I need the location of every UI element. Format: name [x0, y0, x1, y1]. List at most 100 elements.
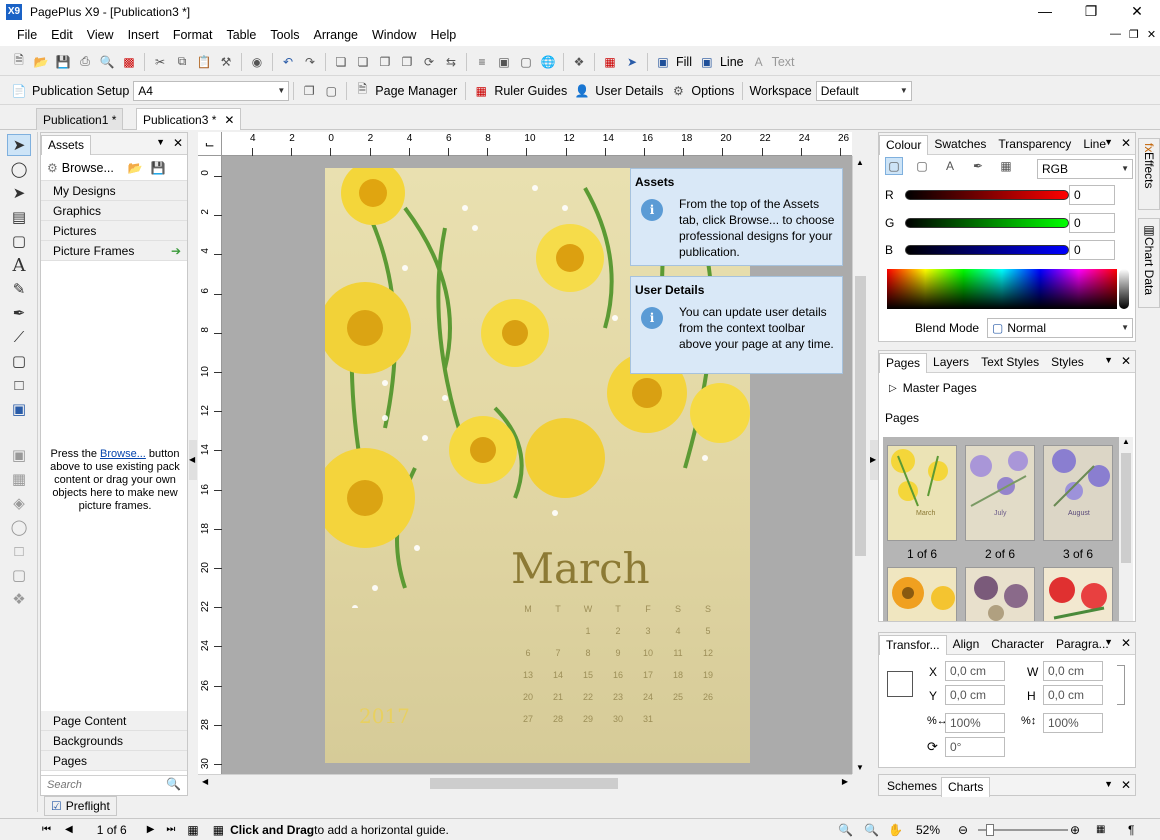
menu-format[interactable]: Format — [166, 28, 220, 42]
tab-align[interactable]: Align — [947, 635, 986, 653]
ruler-guides-button[interactable]: Ruler Guides — [494, 84, 567, 98]
prev-page-icon[interactable]: ◀ — [65, 824, 73, 835]
panel-menu-icon[interactable]: ▼ — [1104, 355, 1113, 365]
redo-icon[interactable]: ↷ — [301, 53, 319, 71]
rotation-input[interactable]: 0° — [945, 737, 1005, 757]
save-asset-icon[interactable]: 💾 — [151, 161, 166, 175]
zoom-level[interactable]: 52% — [916, 823, 940, 837]
anchor-point-icon[interactable] — [887, 671, 913, 697]
first-page-icon[interactable]: ⏮ — [42, 824, 51, 835]
horizontal-scrollbar[interactable]: ◀ ▶ — [198, 774, 852, 792]
asset-search-input[interactable] — [41, 776, 161, 794]
aspect-lock-icon[interactable] — [1117, 665, 1125, 705]
menu-edit[interactable]: Edit — [44, 28, 80, 42]
r-slider[interactable] — [905, 190, 1069, 200]
horizontal-scroll-thumb[interactable] — [430, 778, 618, 789]
blend-mode-select[interactable]: ▢ Normal ▼ — [987, 318, 1133, 338]
tab-styles[interactable]: Styles — [1045, 353, 1090, 371]
page-view-icon[interactable]: ▦ — [187, 823, 198, 837]
mdi-close-button[interactable]: ✕ — [1147, 28, 1156, 41]
panel-menu-icon[interactable]: ▼ — [1104, 137, 1113, 147]
page-orientation-icon[interactable]: ❐ — [300, 82, 318, 100]
close-colour-icon[interactable]: ✕ — [1121, 136, 1131, 150]
flip-icon[interactable]: ⇆ — [442, 53, 460, 71]
page-thumb-1[interactable]: March — [887, 445, 957, 541]
mesh-tool-icon[interactable]: ▦ — [7, 468, 31, 490]
colour-model-select[interactable]: RGB ▼ — [1037, 159, 1133, 179]
panel-menu-icon[interactable]: ▼ — [156, 137, 165, 147]
line-icon[interactable]: ▣ — [698, 53, 716, 71]
collapse-left-icon[interactable]: ◀ — [189, 440, 197, 480]
mdi-minimize-button[interactable]: — — [1110, 28, 1121, 41]
print-preview-icon[interactable]: 🔍 — [98, 53, 116, 71]
tab-transparency[interactable]: Transparency — [992, 135, 1077, 153]
minimize-button[interactable]: — — [1022, 0, 1068, 24]
cut-icon[interactable]: ✂ — [151, 53, 169, 71]
r-value[interactable]: 0 — [1069, 185, 1115, 205]
straight-line-tool-icon[interactable]: ⟋ — [7, 326, 31, 348]
page-layout-icon[interactable]: ▢ — [322, 82, 340, 100]
workspace-select[interactable]: Default ▼ — [815, 80, 912, 101]
menu-file[interactable]: File — [10, 28, 44, 42]
panel-menu-icon[interactable]: ▼ — [1104, 779, 1113, 789]
close-transform-icon[interactable]: ✕ — [1121, 636, 1131, 650]
close-tab-icon[interactable]: ✕ — [224, 113, 234, 127]
text-icon[interactable]: A — [750, 53, 768, 71]
vertical-scroll-thumb[interactable] — [855, 276, 866, 556]
tab-swatches[interactable]: Swatches — [928, 135, 992, 153]
menu-arrange[interactable]: Arrange — [307, 28, 365, 42]
menu-insert[interactable]: Insert — [121, 28, 166, 42]
quickshape-tool-icon[interactable]: ▢ — [7, 350, 31, 372]
add-folder-icon[interactable]: 📂 — [128, 161, 143, 175]
fit-page-icon[interactable]: ▦ — [1096, 824, 1105, 835]
b-slider[interactable] — [905, 245, 1069, 255]
group-icon[interactable]: ❏ — [332, 53, 350, 71]
node-tool-icon[interactable]: ➤ — [7, 182, 31, 204]
expand-master-icon[interactable]: ▷ — [889, 383, 897, 394]
replicate-icon[interactable]: ◉ — [248, 53, 266, 71]
new-icon[interactable]: 🗎 — [10, 53, 28, 71]
fill-tool-icon[interactable]: ◈ — [7, 492, 31, 514]
fill-swatch-icon[interactable]: ▢ — [885, 157, 903, 175]
preflight-tab[interactable]: ☑ Preflight — [44, 796, 117, 816]
scale-width-input[interactable]: 100% — [945, 713, 1005, 733]
tab-pages[interactable]: Pages — [879, 352, 928, 373]
category-picture-frames[interactable]: Picture Frames ➔ — [41, 241, 187, 261]
line-button[interactable]: Line — [720, 55, 744, 69]
browse-link[interactable]: Browse... — [100, 448, 146, 460]
assets-tab[interactable]: Assets — [41, 134, 92, 155]
category-pictures[interactable]: Pictures — [41, 221, 187, 241]
tab-charts[interactable]: Charts — [941, 777, 991, 797]
section-backgrounds[interactable]: Backgrounds — [41, 731, 187, 751]
tab-layers[interactable]: Layers — [927, 353, 975, 371]
frame-icon[interactable]: ▢ — [517, 53, 535, 71]
category-graphics[interactable]: Graphics — [41, 201, 187, 221]
pdf-icon[interactable]: ▩ — [120, 53, 138, 71]
page-thumb-3[interactable]: August — [1043, 445, 1113, 541]
pilcrow-icon[interactable]: ¶ — [1128, 823, 1134, 837]
mdi-restore-button[interactable]: ❐ — [1129, 28, 1139, 41]
lasso-tool-icon[interactable]: ◯ — [7, 158, 31, 180]
search-icon[interactable]: 🔍 — [166, 777, 181, 791]
g-slider[interactable] — [905, 218, 1069, 228]
menu-window[interactable]: Window — [365, 28, 423, 42]
fill-icon[interactable]: ▣ — [654, 53, 672, 71]
menu-help[interactable]: Help — [423, 28, 463, 42]
section-pages[interactable]: Pages — [41, 751, 187, 771]
crop-tool-icon[interactable]: ▣ — [7, 444, 31, 466]
copy-icon[interactable]: ⧉ — [173, 53, 191, 71]
menu-tools[interactable]: Tools — [263, 28, 306, 42]
close-window-button[interactable]: ✕ — [1114, 0, 1160, 24]
zoom-slider[interactable] — [978, 824, 1068, 836]
web-icon[interactable]: 🌐 — [539, 53, 557, 71]
user-details-button[interactable]: User Details — [595, 84, 663, 98]
scale-height-input[interactable]: 100% — [1043, 713, 1103, 733]
fill-button[interactable]: Fill — [676, 55, 692, 69]
close-schemes-icon[interactable]: ✕ — [1121, 778, 1131, 792]
next-page-icon[interactable]: ▶ — [147, 824, 155, 835]
pan-tool-icon[interactable]: 🔍 — [864, 823, 879, 837]
collapse-right-icon[interactable]: ▶ — [870, 440, 878, 480]
effects-icon[interactable]: ❖ — [570, 53, 588, 71]
maximize-button[interactable]: ❐ — [1068, 0, 1114, 24]
envelope-tool-icon[interactable]: ▢ — [7, 564, 31, 586]
